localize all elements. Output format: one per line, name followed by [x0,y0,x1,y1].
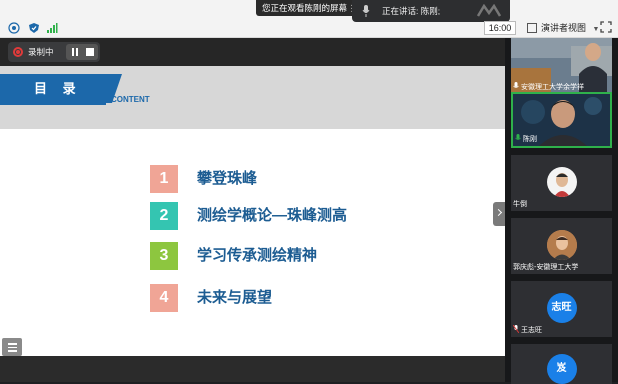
toc-number: 2 [150,202,178,230]
top-toolbar: 您正在观看陈刚的屏幕 ⋮ 正在讲话: 陈刚; 16:00 演讲者视图 ▼ [0,0,618,38]
participant-name: 牛倒 [513,201,527,208]
view-mode-label: 演讲者视图 [541,23,587,33]
view-mode-dropdown[interactable]: 演讲者视图 ▼ [527,21,599,35]
microphone-icon [513,82,519,88]
avatar: 岌 [546,354,577,384]
recording-controls [66,44,98,60]
avatar: 志旺 [546,293,577,323]
fullscreen-icon[interactable] [600,21,612,33]
recording-bar: 录制中 [0,38,505,66]
meeting-app-logo-icon [476,4,502,17]
recording-dot-icon [13,47,23,57]
speaker-view-icon [527,23,537,33]
screen-share-notice[interactable]: 您正在观看陈刚的屏幕 ⋮ [256,0,360,16]
meeting-clock: 16:00 [484,21,516,35]
title-underline [0,103,106,105]
toc-number: 4 [150,284,178,312]
toc-text: 学习传承测绘精神 [197,247,318,264]
microphone-icon [515,134,521,140]
participant-name: 安徽理工大学余学祥 [513,82,584,92]
speaking-label: 正在讲话: 陈刚; [382,6,441,16]
participant-name: 陈刚 [515,134,537,144]
participant-tile[interactable]: 郭庆彪-安徽理工大学 [511,218,612,274]
collapse-panel-button[interactable] [493,202,505,226]
participant-tile-active[interactable]: 陈刚 [511,92,612,148]
participant-name: 郭庆彪-安徽理工大学 [513,264,579,271]
slide-menu-button[interactable] [2,338,22,356]
participant-name: 王志旺 [513,325,542,335]
avatar [546,230,577,260]
bottom-strip [0,356,505,382]
microphone-icon [362,5,370,17]
network-bars-icon[interactable] [46,22,58,34]
participant-tile[interactable]: 安徽理工大学余学祥 [511,38,612,94]
toc-text: 攀登珠峰 [197,170,258,187]
toc-number: 3 [150,242,178,270]
pause-icon[interactable] [72,48,78,56]
participant-tile[interactable]: 岌 [511,344,612,384]
presentation-slide: 目 录 CONTENT 1 攀登珠峰 2 测绘学概论—珠峰测高 3 学习传承测绘… [0,66,505,356]
participant-tile[interactable]: 牛倒 [511,155,612,211]
toc-text: 测绘学概论—珠峰测高 [197,207,348,224]
security-shield-icon[interactable] [28,22,40,34]
participants-panel: 安徽理工大学余学祥 陈刚 牛倒 郭庆彪-安徽理工大学 志旺 王志旺 岌 [505,38,618,384]
toc-number: 1 [150,165,178,193]
avatar [546,167,577,197]
shared-screen-area: 录制中 目 录 CONTENT 1 攀登珠峰 2 测绘学概论—珠峰测高 3 学习… [0,38,505,382]
muted-microphone-icon [513,325,519,333]
recording-label: 录制中 [28,47,54,57]
stop-icon[interactable] [86,48,94,56]
share-notice-text: 您正在观看陈刚的屏幕 [262,3,348,13]
signal-icon[interactable] [8,22,20,34]
slide-header: 目 录 CONTENT [0,66,505,129]
toc-text: 未来与展望 [197,289,273,306]
slide-subtitle: CONTENT [111,95,150,104]
participant-tile[interactable]: 志旺 王志旺 [511,281,612,337]
recording-status: 录制中 [8,42,100,62]
active-speaker-indicator: 正在讲话: 陈刚; [352,0,510,22]
chevron-down-icon: ▼ [592,26,600,33]
slide-title: 目 录 [34,81,82,96]
